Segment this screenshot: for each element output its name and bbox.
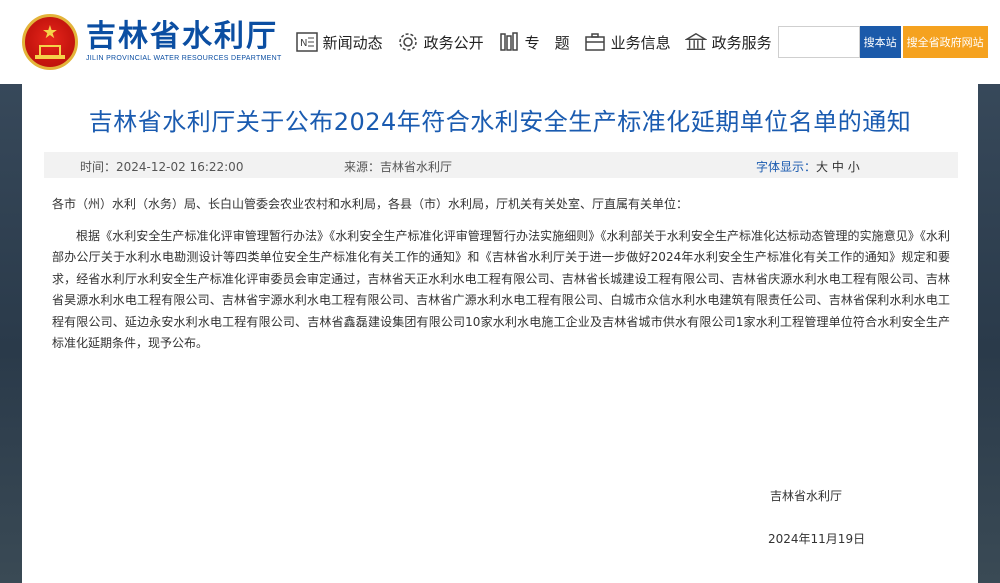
gear-icon [397,31,419,53]
logo-subtitle: JILIN PROVINCIAL WATER RESOURCES DEPARTM… [86,55,282,62]
site-header: ★ 吉林省水利厅 JILIN PROVINCIAL WATER RESOURCE… [0,0,1000,84]
nav-label-government-services: 政务服务 [711,33,772,52]
briefcase-icon [584,31,606,53]
article-card: 吉林省水利厅关于公布2024年符合水利安全生产标准化延期单位名单的通知 时间：2… [22,84,978,583]
article-title: 吉林省水利厅关于公布2024年符合水利安全生产标准化延期单位名单的通知 [88,108,912,136]
nav-label-government-affairs: 政务公开 [423,33,484,52]
signature-organization: 吉林省水利厅 [770,489,843,503]
nav-label-news: 新闻动态 [322,33,383,52]
search-province-button[interactable]: 搜全省政府网站 [902,26,988,58]
article-body: 各市（州）水利（水务）局、长白山管委会农业农村和水利局，各县（市）水利局，厅机关… [52,194,950,355]
font-size-label: 字体显示： [756,160,817,174]
nav-item-topics[interactable]: 专 题 [498,31,570,53]
logo-title: 吉林省水利厅 [86,19,278,54]
books-icon [498,31,520,53]
font-size-small[interactable]: 小 [848,160,860,174]
search-site-button[interactable]: 搜本站 [859,26,901,58]
nav-item-business-info[interactable]: 业务信息 [584,31,671,53]
nav-item-government-services[interactable]: 政务服务 [684,31,772,53]
svg-text:N: N [300,38,307,49]
font-size-medium[interactable]: 中 [832,160,844,174]
nav-label-business-info: 业务信息 [610,33,671,52]
site-logo[interactable]: ★ 吉林省水利厅 JILIN PROVINCIAL WATER RESOURCE… [22,14,282,70]
article-meta-bar: 时间：2024-12-02 16:22:00 来源：吉林省水利厅 字体显示：大 … [44,152,958,178]
publish-time: 时间：2024-12-02 16:22:00 [80,160,244,174]
nav-label-topics: 专 题 [524,33,570,52]
main-nav: N 新闻动态 政务公开 专 题 业务信息 政务服务 [295,31,786,53]
nav-item-government-affairs[interactable]: 政务公开 [397,31,484,53]
news-icon: N [295,31,318,53]
font-size-large[interactable]: 大 [816,160,828,174]
government-building-icon [684,31,707,53]
font-size-switcher: 字体显示：大 中 小 [756,158,860,175]
national-emblem-icon: ★ [22,14,78,70]
search-input[interactable] [777,26,860,58]
article-salutation: 各市（州）水利（水务）局、长白山管委会农业农村和水利局，各县（市）水利局，厅机关… [52,197,689,211]
article-paragraph: 根据《水利安全生产标准化评审管理暂行办法》《水利安全生产标准化评审管理暂行办法实… [52,228,950,351]
nav-item-news[interactable]: N 新闻动态 [295,31,383,53]
signature-date: 2024年11月19日 [768,532,866,546]
article-source: 来源：吉林省水利厅 [344,160,453,174]
